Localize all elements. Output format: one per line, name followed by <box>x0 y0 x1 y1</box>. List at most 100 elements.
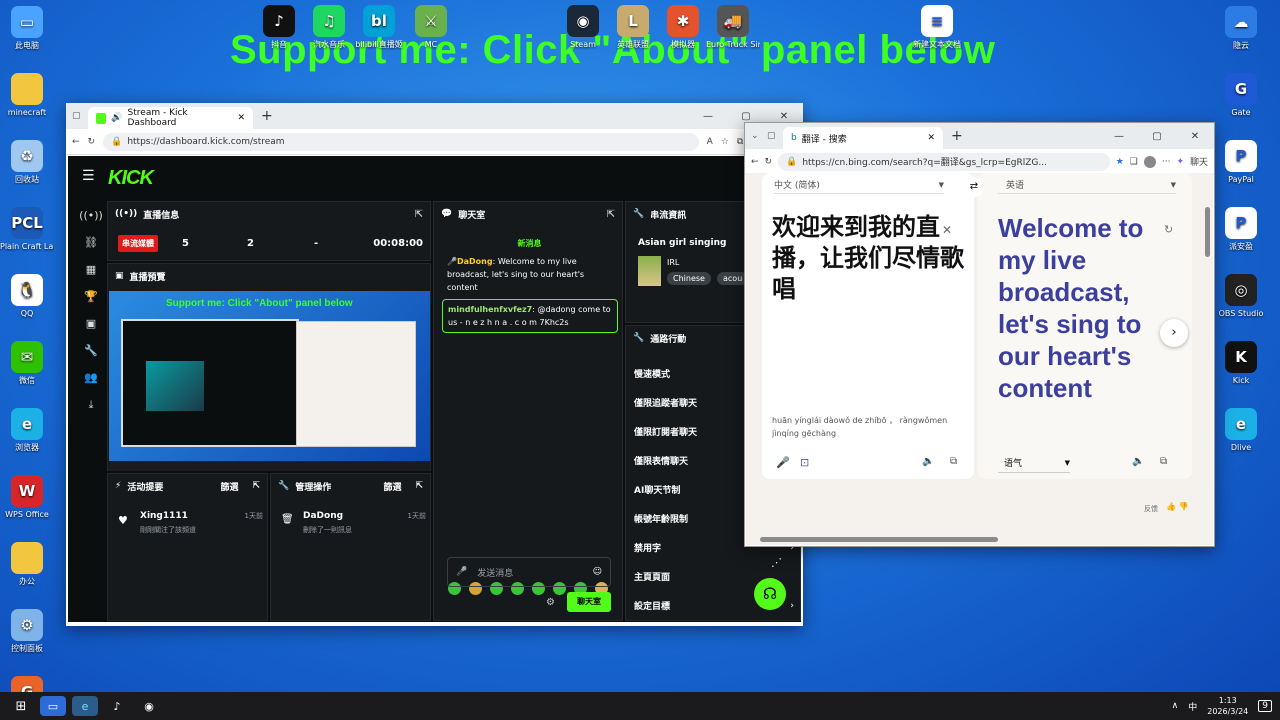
taskbar-tiktok-icon[interactable]: ♪ <box>104 696 130 716</box>
desktop-shortcut[interactable]: ♪ 抖音 <box>252 5 306 50</box>
chat-input[interactable]: 🎤 发送消息 ☺ <box>447 557 611 587</box>
desktop-shortcut[interactable]: P 派安盈 <box>1214 207 1268 252</box>
chevron-right-icon[interactable]: › <box>790 601 794 611</box>
new-tab-icon[interactable]: + <box>261 108 273 124</box>
more-icon[interactable]: ··· <box>1162 157 1171 167</box>
back-icon[interactable]: ← <box>751 157 759 167</box>
desktop-shortcut[interactable]: minecraft <box>0 73 54 118</box>
desktop-shortcut[interactable]: ♻ 回收站 <box>0 140 54 185</box>
desktop-shortcut[interactable]: ♫ 汽水音乐 <box>302 5 356 50</box>
taskbar-app-icon[interactable]: ▭ <box>40 696 66 716</box>
desktop-shortcut[interactable]: 办公 <box>0 542 54 587</box>
trophy-icon[interactable]: 🏆 <box>76 283 106 310</box>
desktop-shortcut[interactable]: ☁ 隐云 <box>1214 6 1268 51</box>
notification-icon[interactable]: 9 <box>1258 700 1272 712</box>
thumbs-icons[interactable]: 👍 👎 <box>1166 502 1188 511</box>
desktop-shortcut[interactable]: bl bilibili直播姬 <box>352 5 406 50</box>
activity-username[interactable]: Xing1111 <box>140 511 188 521</box>
desktop-shortcut[interactable]: e Dlive <box>1214 408 1268 453</box>
desktop-shortcut[interactable]: W WPS Office <box>0 475 54 520</box>
read-aloud-icon[interactable]: A <box>707 137 713 147</box>
start-icon[interactable]: ⊞ <box>8 696 34 716</box>
live-icon[interactable]: ((•)) <box>76 202 106 229</box>
collections-icon[interactable]: ❏ <box>1130 157 1138 167</box>
video-icon[interactable]: ▣ <box>76 310 106 337</box>
popout-icon[interactable]: ⇱ <box>252 481 260 491</box>
chat-label[interactable]: 聊天 <box>1190 155 1208 168</box>
source-copy-icon[interactable]: ⧉ <box>950 456 957 467</box>
desktop-shortcut[interactable]: ⚔ MC <box>404 5 458 50</box>
tab-menu-icon[interactable]: ⌄ <box>751 131 767 141</box>
tone-select[interactable]: 语气 ▼ <box>998 453 1070 473</box>
desktop-shortcut[interactable]: ▭ 此电脑 <box>0 6 54 51</box>
filter-button[interactable]: 篩選 <box>383 480 401 493</box>
favorite-icon[interactable]: ☆ <box>721 137 729 147</box>
target-language-select[interactable]: 英语 ▼ <box>998 176 1176 194</box>
desktop-shortcut[interactable]: P PayPal <box>1214 140 1268 185</box>
chat-username[interactable]: DaDong <box>457 257 493 266</box>
chat-send-button[interactable]: 聊天室 <box>567 592 611 612</box>
chat-settings-icon[interactable]: ⚙ <box>546 597 555 608</box>
desktop-shortcut[interactable]: PCL Plain Craft Launche... <box>0 207 54 252</box>
minimize-icon[interactable]: — <box>689 111 727 122</box>
share-icon[interactable]: ⋰ <box>771 556 782 569</box>
desktop-shortcut[interactable]: ✱ 模拟器 <box>656 5 710 50</box>
copilot-icon[interactable]: ✦ <box>1176 157 1184 167</box>
close-tab-icon[interactable]: ✕ <box>927 133 935 143</box>
desktop-shortcut[interactable]: 🐧 QQ <box>0 274 54 319</box>
desktop-shortcut[interactable]: L 英雄联盟 <box>606 5 660 50</box>
tag-chip[interactable]: Chinese <box>667 272 711 285</box>
tray-chevron-icon[interactable]: ∧ <box>1172 701 1179 711</box>
url-field[interactable]: 🔒 https://dashboard.kick.com/stream <box>103 132 699 151</box>
desktop-shortcut[interactable]: ◉ Steam <box>556 5 610 50</box>
desktop-shortcut[interactable]: 🚚 Euro Truck Simulator 2 <box>706 5 760 50</box>
menu-icon[interactable]: ☰ <box>82 168 95 184</box>
horizontal-scrollbar[interactable] <box>760 537 998 542</box>
desktop-shortcut[interactable]: ✉ 微信 <box>0 341 54 386</box>
tab-kick-dashboard[interactable]: 🔊 Stream - Kick Dashboard ✕ <box>88 107 253 129</box>
favorite-icon[interactable]: ★ <box>1116 157 1124 167</box>
tab-actions-icon[interactable]: ▢ <box>72 111 88 121</box>
source-language-select[interactable]: 中文 (简体) ▼ <box>774 176 944 194</box>
maximize-icon[interactable]: ▢ <box>1138 131 1176 142</box>
refresh-icon[interactable]: ↻ <box>765 157 773 167</box>
kick-logo[interactable]: KICK <box>108 167 154 190</box>
profile-icon[interactable] <box>1143 155 1156 168</box>
analytics-icon[interactable]: ▦ <box>76 256 106 283</box>
desktop-shortcut[interactable]: G Gate <box>1214 73 1268 118</box>
desktop-shortcut[interactable]: ◎ OBS Studio <box>1214 274 1268 319</box>
back-icon[interactable]: ← <box>72 137 80 147</box>
desktop-shortcut[interactable]: e 浏览器 <box>0 408 54 453</box>
url-field[interactable]: 🔒 https://cn.bing.com/search?q=翻译&gs_lcr… <box>778 152 1110 171</box>
camera-icon[interactable]: ⊡ <box>800 456 809 469</box>
filter-button[interactable]: 篩選 <box>220 480 238 493</box>
taskbar-edge-icon[interactable]: e <box>72 696 98 716</box>
preview-video[interactable]: Support me: Click "About" panel below <box>109 291 430 471</box>
source-mic-icon[interactable]: 🎤 <box>776 456 790 469</box>
target-speaker-icon[interactable]: 🔈 <box>1132 456 1144 467</box>
source-text[interactable]: 欢迎来到我的直播，让我们尽情歌唱 <box>772 212 972 305</box>
tab-actions-icon[interactable]: ▢ <box>767 131 783 141</box>
minimize-icon[interactable]: — <box>1100 131 1138 142</box>
download-icon[interactable]: ⤓ <box>76 391 106 418</box>
close-tab-icon[interactable]: ✕ <box>237 113 245 123</box>
swap-languages-icon[interactable]: ⇄ <box>964 177 984 197</box>
refresh-icon[interactable]: ↻ <box>88 137 96 147</box>
popout-icon[interactable]: ⇱ <box>415 481 423 491</box>
target-copy-icon[interactable]: ⧉ <box>1160 456 1167 467</box>
chat-username[interactable]: mindfulhenfxvfez7 <box>448 305 532 314</box>
close-icon[interactable]: ✕ <box>1176 131 1214 142</box>
popout-icon[interactable]: ⇱ <box>607 209 615 220</box>
ime-indicator[interactable]: 中 <box>1188 700 1197 713</box>
source-speaker-icon[interactable]: 🔈 <box>922 456 934 467</box>
category-name[interactable]: IRL <box>667 258 679 267</box>
new-tab-icon[interactable]: + <box>951 128 963 144</box>
support-button[interactable]: ☊ <box>754 578 786 610</box>
feedback-link[interactable]: 反馈 <box>1144 504 1158 514</box>
desktop-shortcut[interactable]: ≡ 新建文本文档 <box>910 5 964 50</box>
desktop-shortcut[interactable]: K Kick <box>1214 341 1268 386</box>
tab-translate-search[interactable]: b 翻译 - 搜索 ✕ <box>783 127 943 149</box>
users-icon[interactable]: 👥 <box>76 364 106 391</box>
taskbar-obs-icon[interactable]: ◉ <box>136 696 162 716</box>
close-icon[interactable]: ✕ <box>765 111 803 122</box>
